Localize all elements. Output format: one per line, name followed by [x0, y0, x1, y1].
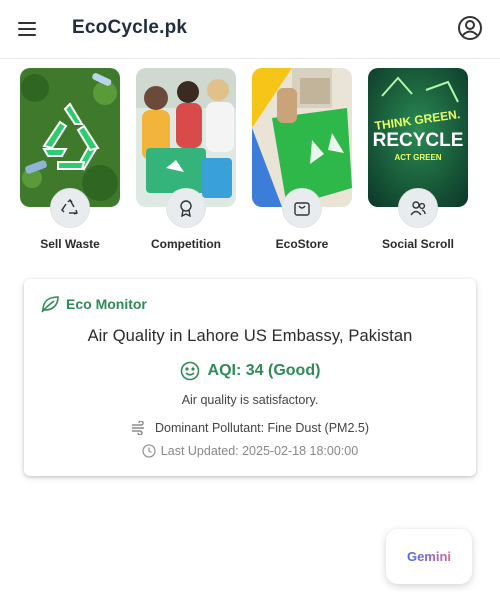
smile-icon — [180, 361, 199, 381]
leaf-icon — [41, 296, 59, 313]
air-quality-status: Air quality is satisfactory. — [181, 393, 319, 407]
air-quality-title: Air Quality in Lahore US Embassy, Pakist… — [87, 327, 413, 345]
category-ecostore[interactable]: EcoStore — [252, 68, 352, 258]
dominant-pollutant: Dominant Pollutant: Fine Dust (PM2.5) — [24, 421, 476, 435]
category-row: Sell Waste Competition EcoStore THINK GR… — [0, 68, 500, 258]
recycle-icon — [50, 188, 90, 228]
category-competition[interactable]: Competition — [136, 68, 236, 258]
clock-icon — [142, 444, 156, 458]
app-brand[interactable]: EcoCycle.pk — [72, 17, 187, 39]
poster-line-2: RECYCLE — [373, 130, 464, 151]
pollutant-text: Dominant Pollutant: Fine Dust (PM2.5) — [155, 421, 369, 435]
category-label: Sell Waste — [40, 237, 100, 251]
wind-icon — [132, 421, 144, 435]
social-scroll-image: THINK GREEN. RECYCLE ACT GREEN — [368, 68, 468, 207]
account-circle-icon[interactable] — [457, 15, 483, 41]
category-label: EcoStore — [275, 237, 329, 251]
award-icon — [166, 188, 206, 228]
eco-monitor-header: Eco Monitor — [40, 295, 147, 313]
users-icon — [398, 188, 438, 228]
category-social-scroll[interactable]: THINK GREEN. RECYCLE ACT GREEN Social Sc… — [368, 68, 468, 258]
gemini-label: Gemini — [406, 549, 452, 564]
gemini-button[interactable]: Gemini — [386, 529, 472, 584]
eco-monitor-card: Eco Monitor Air Quality in Lahore US Emb… — [24, 279, 476, 476]
aqi-row: AQI: 34 (Good) — [24, 361, 476, 381]
last-updated-text: Last Updated: 2025-02-18 18:00:00 — [160, 444, 359, 458]
poster-line-3: ACT GREEN — [394, 153, 441, 162]
app-header: EcoCycle.pk — [0, 0, 500, 59]
menu-icon[interactable] — [16, 18, 40, 40]
aqi-value: AQI: 34 (Good) — [207, 362, 321, 379]
shopping-bag-icon — [282, 188, 322, 228]
category-label: Competition — [151, 237, 221, 251]
last-updated: Last Updated: 2025-02-18 18:00:00 — [24, 444, 476, 458]
ecostore-image — [252, 68, 352, 207]
eco-monitor-heading: Eco Monitor — [66, 296, 147, 312]
sell-waste-image — [20, 68, 120, 207]
competition-image — [136, 68, 236, 207]
category-sell-waste[interactable]: Sell Waste — [20, 68, 120, 258]
category-label: Social Scroll — [381, 237, 455, 251]
